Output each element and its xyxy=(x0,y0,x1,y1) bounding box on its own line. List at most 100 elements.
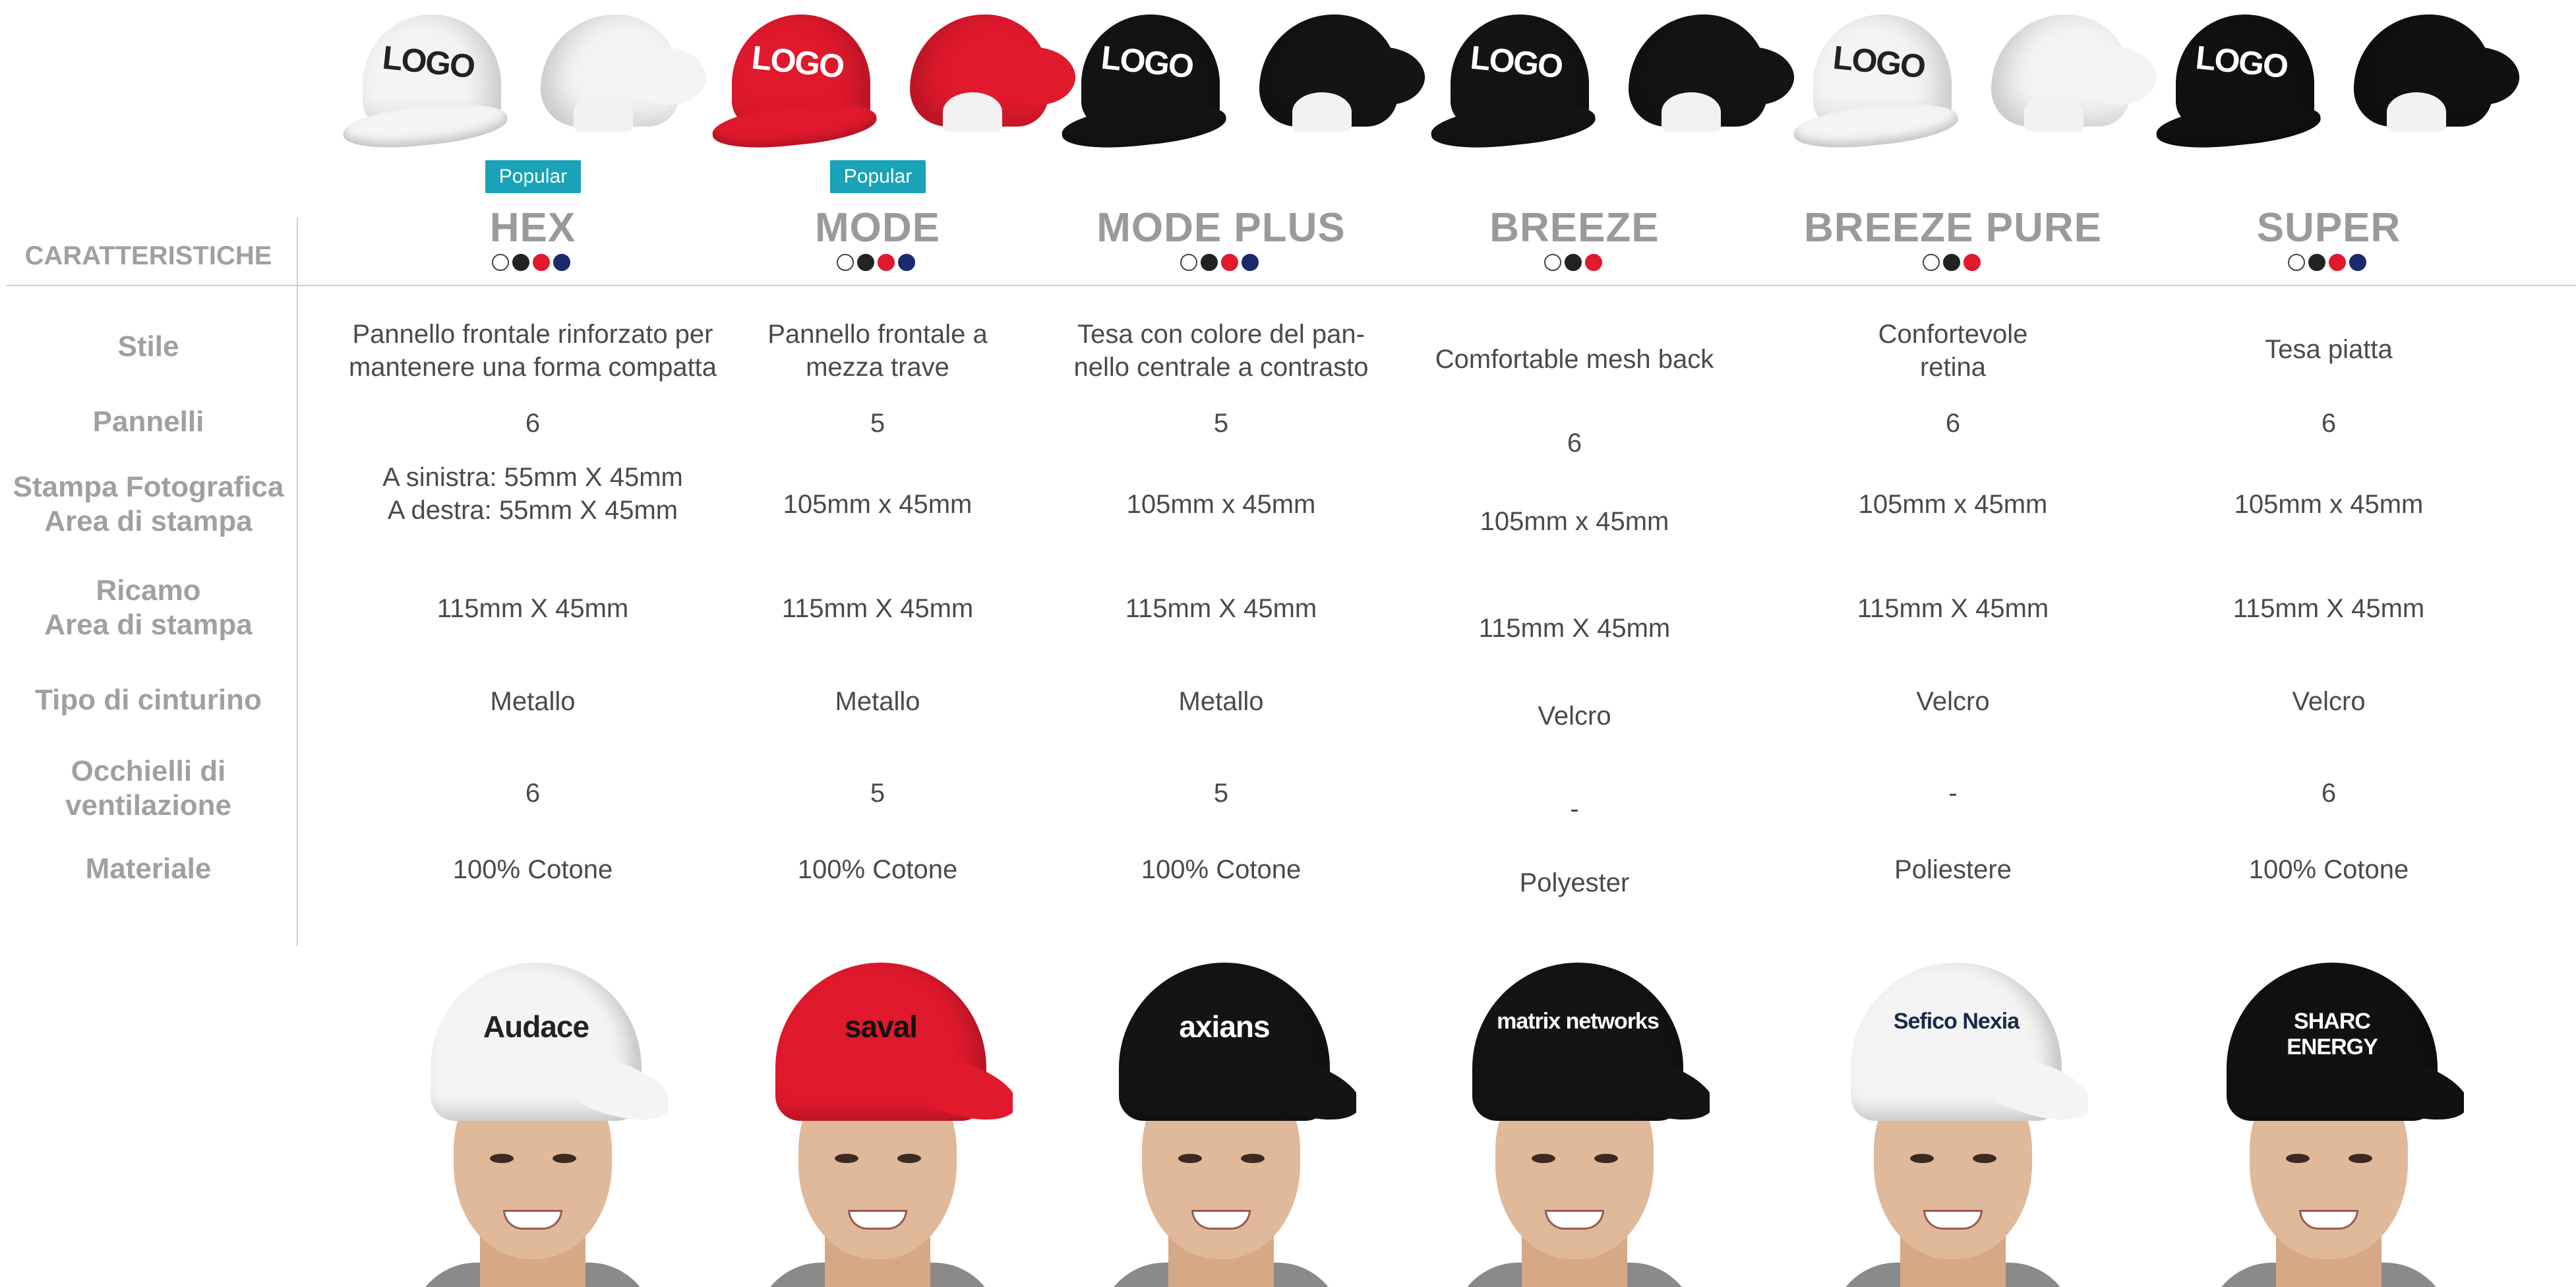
cap-brand-logo: SHARC ENERGY xyxy=(2287,1009,2378,1060)
cap-images: LOGO xyxy=(1429,7,1801,158)
embroidery-area-value-line1: 115mm X 45mm xyxy=(1478,614,1671,643)
color-swatch[interactable] xyxy=(2288,254,2305,271)
label-column-divider xyxy=(297,218,298,946)
header-divider xyxy=(7,285,2576,286)
cap-front-image: LOGO xyxy=(2154,7,2334,158)
person-eye xyxy=(835,1154,858,1163)
panels-value: 5 xyxy=(680,407,1075,440)
panels-value: 6 xyxy=(1377,427,1772,460)
style-value: Confortevole retina xyxy=(1755,318,2151,384)
color-swatch[interactable] xyxy=(2329,254,2346,271)
row-label-print: Stampa Fotografica Area di stampa xyxy=(0,470,297,539)
color-swatches xyxy=(1180,254,1259,274)
person-eye xyxy=(2286,1154,2310,1163)
print-area-value-line2: A destra: 55mm X 45mm xyxy=(387,496,678,525)
color-swatch[interactable] xyxy=(1963,254,1981,271)
embroidery-area-value-line1: 115mm X 45mm xyxy=(436,594,629,623)
color-swatch[interactable] xyxy=(1180,254,1197,271)
model-person-photo: Sefico Nexia xyxy=(1811,949,2088,1287)
cap-back-image xyxy=(1978,7,2164,158)
panels-value-line1: 5 xyxy=(1213,409,1229,438)
material-value-line1: 100% Cotone xyxy=(452,855,613,884)
color-swatch[interactable] xyxy=(533,254,550,271)
model-name: BREEZE xyxy=(1489,205,1660,251)
person-eye xyxy=(1910,1154,1934,1163)
color-swatch[interactable] xyxy=(512,254,529,271)
print-area-value: 105mm x 45mm xyxy=(1377,505,1772,538)
cap-brand-logo: saval xyxy=(844,1009,918,1044)
color-swatch[interactable] xyxy=(2308,254,2325,271)
material-value: Polyester xyxy=(1377,866,1772,899)
color-swatch[interactable] xyxy=(1543,254,1561,271)
color-swatch[interactable] xyxy=(1221,254,1238,271)
color-swatches xyxy=(837,254,915,274)
color-swatch[interactable] xyxy=(898,254,915,271)
color-swatch[interactable] xyxy=(553,254,570,271)
strap-type-value: Velcro xyxy=(1755,685,2151,718)
embroidery-area-value-line1: 115mm X 45mm xyxy=(781,594,974,623)
strap-type-value-line1: Metallo xyxy=(1178,687,1264,716)
cap-front-image: LOGO xyxy=(341,7,521,158)
eyelets-value-line1: 6 xyxy=(525,779,541,808)
eyelets-value-line1: 5 xyxy=(1213,779,1229,808)
embroidery-area-value: 115mm X 45mm xyxy=(2131,592,2527,625)
cap-images: LOGO xyxy=(2154,7,2527,158)
panels-value-line1: 6 xyxy=(1945,409,1961,438)
strap-type-value: Velcro xyxy=(1377,700,1772,733)
cap-back-image xyxy=(527,7,713,158)
panels-value: 5 xyxy=(1023,407,1419,440)
strap-type-value: Metallo xyxy=(335,685,731,718)
color-swatch[interactable] xyxy=(857,254,874,271)
print-area-value: 105mm x 45mm xyxy=(680,488,1075,521)
color-swatches xyxy=(492,254,570,274)
row-label-style: Stile xyxy=(117,330,179,363)
panels-value-line1: 5 xyxy=(870,409,885,438)
color-swatch[interactable] xyxy=(1201,254,1218,271)
print-area-value-line1: 105mm x 45mm xyxy=(1858,490,2048,519)
print-area-value-line1: 105mm x 45mm xyxy=(1126,490,1316,519)
material-value: 100% Cotone xyxy=(2131,853,2527,886)
color-swatch[interactable] xyxy=(1564,254,1582,271)
embroidery-area-value: 115mm X 45mm xyxy=(680,592,1075,625)
cap-images: LOGO xyxy=(1791,7,2164,158)
color-swatch[interactable] xyxy=(2349,254,2366,271)
row-label-strap: Tipo di cinturino xyxy=(35,684,262,716)
style-value-line2: nello centrale a contrasto xyxy=(1073,353,1369,382)
embroidery-area-value: 115mm X 45mm xyxy=(1755,592,2151,625)
color-swatch[interactable] xyxy=(1922,254,1940,271)
print-area-value-line1: A sinistra: 55mm X 45mm xyxy=(382,463,683,492)
cap-strap-opening xyxy=(2024,92,2083,132)
row-label-embroidery: Ricamo Area di stampa xyxy=(0,574,297,642)
strap-type-value-line1: Velcro xyxy=(1916,687,1990,716)
cap-strap-opening xyxy=(943,92,1002,132)
person-eye xyxy=(1532,1154,1555,1163)
cap-strap-opening xyxy=(574,92,633,132)
strap-type-value: Metallo xyxy=(680,685,1075,718)
color-swatch[interactable] xyxy=(878,254,895,271)
person-eye xyxy=(553,1154,576,1163)
color-swatch[interactable] xyxy=(1584,254,1602,271)
model-name: MODE xyxy=(815,205,940,251)
print-area-value: 105mm x 45mm xyxy=(1023,488,1419,521)
color-swatch[interactable] xyxy=(1242,254,1259,271)
eyelets-value: 5 xyxy=(680,777,1075,810)
material-value-line1: 100% Cotone xyxy=(2248,855,2409,884)
person-eye xyxy=(1594,1154,1618,1163)
strap-type-value-line1: Metallo xyxy=(490,687,576,716)
eyelets-value-line1: - xyxy=(1948,779,1958,808)
cap-back-image xyxy=(897,7,1083,158)
embroidery-area-value-line1: 115mm X 45mm xyxy=(2232,594,2425,623)
color-swatch[interactable] xyxy=(837,254,854,271)
color-swatch[interactable] xyxy=(1942,254,1960,271)
style-value-line1: Comfortable mesh back xyxy=(1435,345,1714,374)
row-label-print-line1: Stampa Fotografica xyxy=(13,471,284,503)
eyelets-value-line1: - xyxy=(1570,794,1579,823)
color-swatches xyxy=(1543,254,1602,274)
model-name: SUPER xyxy=(2256,205,2401,251)
material-value: 100% Cotone xyxy=(1023,853,1419,886)
features-heading: CARATTERISTICHE xyxy=(24,241,272,270)
material-value: 100% Cotone xyxy=(680,853,1075,886)
person-eye xyxy=(897,1154,921,1163)
color-swatch[interactable] xyxy=(492,254,509,271)
model-person-photo: matrix networks xyxy=(1433,949,1710,1287)
